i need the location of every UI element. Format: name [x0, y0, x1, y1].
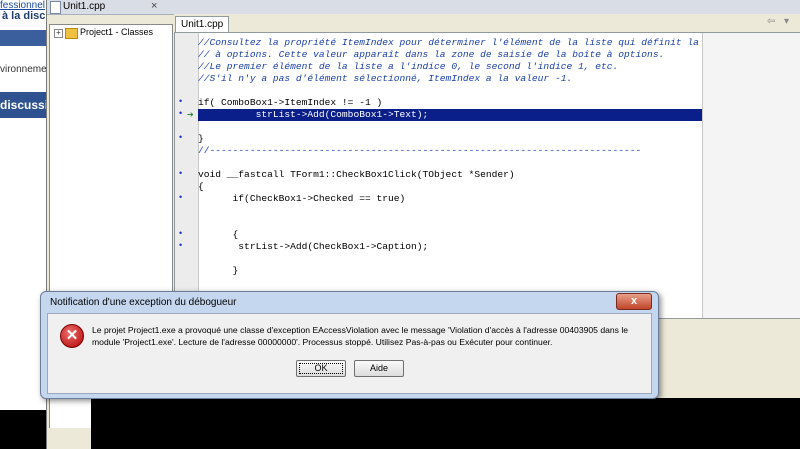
dialog-body: ✕ Le projet Project1.exe a provoqué une …: [47, 313, 652, 394]
ide-window-title: Unit1.cpp: [63, 1, 106, 12]
console-window: [91, 398, 800, 449]
help-button[interactable]: Aide: [354, 360, 404, 377]
browser-section-banner: discussi: [0, 98, 48, 112]
breakpoint-dot-icon[interactable]: •: [179, 192, 182, 202]
breakpoint-dot-icon[interactable]: •: [179, 132, 182, 142]
browser-sidebar-text: vironneme: [0, 64, 47, 75]
execution-point-arrow-icon: ➔: [187, 110, 194, 119]
editor-right-panel: [702, 33, 800, 318]
breakpoint-dot-icon[interactable]: •: [179, 108, 182, 118]
back-arrow-icon[interactable]: ⇦: [767, 16, 775, 27]
error-icon: ✕: [60, 324, 84, 348]
dialog-close-button[interactable]: x: [616, 293, 652, 310]
dropdown-arrow-icon[interactable]: ▾: [784, 16, 789, 27]
tree-item-project1[interactable]: Project1 - Classes: [80, 27, 153, 37]
editor-gutter[interactable]: • • ➔ • • • • •: [175, 33, 199, 318]
browser-nav-band: [0, 30, 48, 46]
dialog-title: Notification d'une exception du débogueu…: [50, 297, 237, 308]
breakpoint-dot-icon[interactable]: •: [179, 168, 182, 178]
error-message: Le projet Project1.exe a provoqué une cl…: [92, 325, 629, 347]
breakpoint-dot-icon[interactable]: •: [179, 96, 182, 106]
breakpoint-dot-icon[interactable]: •: [179, 228, 182, 238]
breakpoint-dot-icon[interactable]: •: [179, 240, 182, 250]
exception-dialog: Notification d'une exception du débogueu…: [40, 291, 659, 399]
folder-icon: [65, 28, 78, 39]
tree-expand-icon[interactable]: +: [54, 29, 63, 38]
tab-unit1-cpp[interactable]: Unit1.cpp: [175, 16, 230, 32]
browser-heading: à la disc: [2, 10, 46, 22]
editor-tab-strip: Unit1.cpp ⇦ ▾: [174, 14, 800, 33]
ide-close-button[interactable]: ×: [151, 0, 157, 12]
ide-title-bar: Unit1.cpp ×: [47, 0, 800, 15]
document-icon: [50, 1, 61, 14]
ok-button[interactable]: OK: [296, 360, 346, 377]
